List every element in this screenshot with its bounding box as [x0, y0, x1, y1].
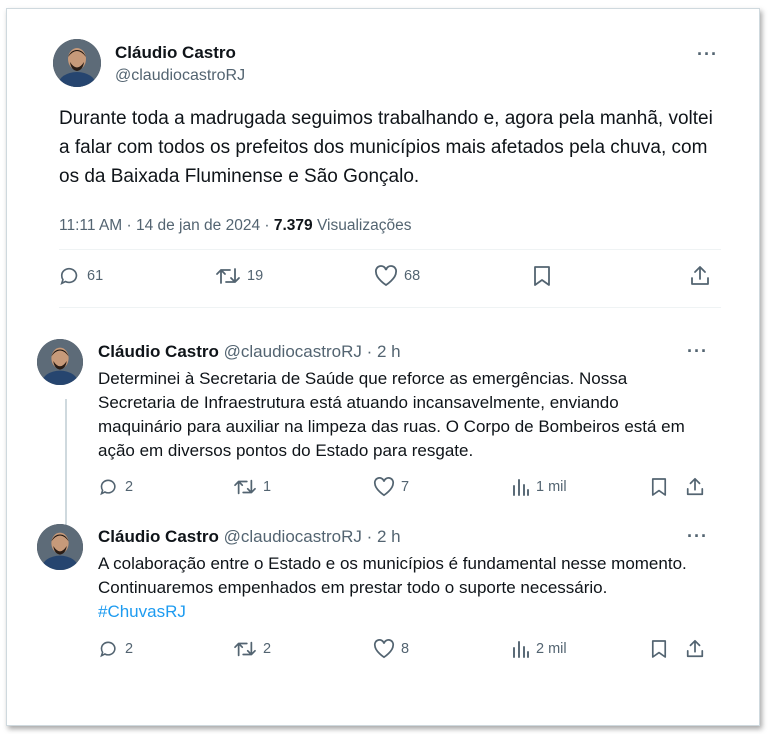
views-label: Visualizações	[312, 217, 412, 234]
retweet-icon	[234, 479, 256, 495]
reply-button[interactable]: 2	[99, 477, 133, 497]
reply-bubble-icon	[60, 267, 78, 285]
tweet-text: Durante toda a madrugada seguimos trabal…	[59, 108, 713, 187]
views-button[interactable]: 2 mil	[512, 639, 567, 659]
thread-line	[65, 399, 67, 529]
like-count: 68	[404, 268, 421, 284]
heart-icon	[375, 265, 397, 287]
reply-text: Determinei à Secretaria de Saúde que ref…	[98, 369, 685, 460]
retweet-button[interactable]: 2	[233, 639, 271, 659]
author-name[interactable]: Cláudio Castro	[115, 43, 236, 63]
share-icon	[686, 639, 704, 658]
bookmark-icon	[651, 640, 667, 658]
avatar[interactable]	[53, 39, 101, 87]
tweet-timestamp[interactable]: 11:11 AM · 14 de jan de 2024 ·	[59, 217, 274, 234]
retweet-count: 1	[263, 479, 272, 495]
views-count: 7.379	[273, 217, 313, 234]
reply-bubble-icon	[100, 479, 116, 496]
views-bar-chart-icon	[513, 641, 529, 658]
share-button[interactable]	[685, 639, 705, 659]
retweet-button[interactable]: 1	[233, 477, 271, 497]
reply-header: Cláudio Castro @claudiocastroRJ · 2 h	[98, 342, 401, 362]
bookmark-icon	[534, 266, 550, 286]
reply-bubble-icon	[100, 641, 116, 658]
reply-count: 2	[125, 479, 134, 495]
views-bar-chart-icon	[513, 479, 529, 496]
share-icon	[691, 266, 709, 285]
reply-button[interactable]: 2	[99, 639, 133, 659]
like-button[interactable]: 8	[373, 639, 409, 659]
reply-header: Cláudio Castro @claudiocastroRJ · 2 h	[98, 527, 401, 547]
divider	[59, 307, 721, 308]
avatar[interactable]	[37, 339, 83, 385]
retweet-icon	[216, 268, 240, 284]
reply-text: A colaboração entre o Estado e os municí…	[98, 552, 698, 624]
avatar-photo-icon	[37, 524, 83, 570]
like-button[interactable]: 7	[373, 477, 409, 497]
reply-text-body: A colaboração entre o Estado e os municí…	[98, 554, 687, 597]
reply-button[interactable]: 61	[59, 265, 103, 287]
author-name[interactable]: Cláudio Castro	[98, 527, 219, 546]
retweet-icon	[234, 641, 256, 657]
like-count: 8	[401, 641, 410, 657]
author-handle[interactable]: @claudiocastroRJ · 2 h	[224, 527, 401, 546]
reply-count: 2	[125, 641, 134, 657]
hashtag-link[interactable]: #ChuvasRJ	[98, 602, 186, 621]
share-icon	[686, 477, 704, 496]
views-count: 1 mil	[536, 479, 567, 495]
divider	[59, 249, 721, 250]
tweet-card: Cláudio Castro @claudiocastroRJ ··· Dura…	[6, 8, 760, 726]
share-button[interactable]	[685, 477, 705, 497]
reply-count: 61	[87, 268, 104, 284]
author-handle[interactable]: @claudiocastroRJ · 2 h	[224, 342, 401, 361]
more-options-icon[interactable]: ···	[697, 45, 718, 63]
avatar[interactable]	[37, 524, 83, 570]
tweet-meta: 11:11 AM · 14 de jan de 2024 · 7.379 Vis…	[59, 217, 411, 235]
more-options-icon[interactable]: ···	[687, 527, 708, 545]
heart-icon	[373, 639, 395, 659]
avatar-photo-icon	[53, 39, 101, 87]
author-name[interactable]: Cláudio Castro	[98, 342, 219, 361]
bookmark-button[interactable]	[651, 477, 667, 497]
share-button[interactable]	[689, 265, 711, 287]
heart-icon	[373, 477, 395, 497]
retweet-count: 19	[247, 268, 264, 284]
bookmark-icon	[651, 478, 667, 496]
retweet-count: 2	[263, 641, 272, 657]
views-count: 2 mil	[536, 641, 567, 657]
bookmark-button[interactable]	[651, 639, 667, 659]
like-button[interactable]: 68	[374, 265, 420, 287]
retweet-button[interactable]: 19	[215, 265, 263, 287]
bookmark-button[interactable]	[533, 265, 551, 287]
avatar-photo-icon	[37, 339, 83, 385]
like-count: 7	[401, 479, 410, 495]
more-options-icon[interactable]: ···	[687, 342, 708, 360]
views-button[interactable]: 1 mil	[512, 477, 567, 497]
author-handle[interactable]: @claudiocastroRJ	[115, 67, 245, 85]
